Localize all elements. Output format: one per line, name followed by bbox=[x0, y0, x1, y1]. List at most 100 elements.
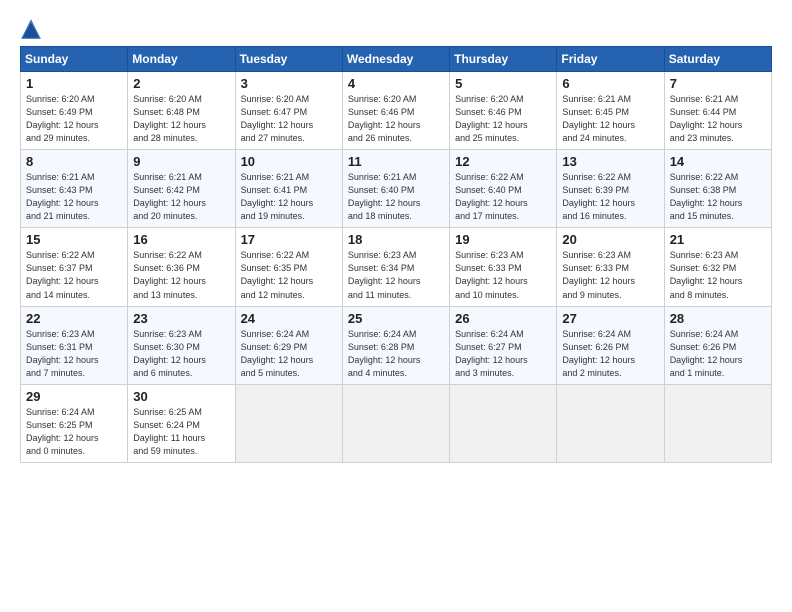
day-number: 12 bbox=[455, 154, 551, 169]
calendar-week-4: 22Sunrise: 6:23 AM Sunset: 6:31 PM Dayli… bbox=[21, 306, 772, 384]
calendar-cell: 20 Sunrise: 6:23 AM Sunset: 6:33 PM Dayli… bbox=[557, 228, 664, 306]
day-details: Sunrise: 6:23 AM Sunset: 6:33 PM Dayligh… bbox=[455, 249, 551, 301]
calendar-cell: 6 Sunrise: 6:21 AM Sunset: 6:45 PM Daylig… bbox=[557, 72, 664, 150]
calendar-cell: 30 Sunrise: 6:25 AM Sunset: 6:24 PM Dayli… bbox=[128, 384, 235, 462]
day-details: Sunrise: 6:24 AM Sunset: 6:26 PM Dayligh… bbox=[670, 328, 766, 380]
day-details: Sunrise: 6:21 AM Sunset: 6:41 PM Dayligh… bbox=[241, 171, 337, 223]
day-details: Sunrise: 6:24 AM Sunset: 6:29 PM Dayligh… bbox=[241, 328, 337, 380]
calendar-cell: 8Sunrise: 6:21 AM Sunset: 6:43 PM Daylig… bbox=[21, 150, 128, 228]
calendar-cell: 17 Sunrise: 6:22 AM Sunset: 6:35 PM Dayli… bbox=[235, 228, 342, 306]
day-details: Sunrise: 6:20 AM Sunset: 6:46 PM Dayligh… bbox=[348, 93, 444, 145]
day-number: 17 bbox=[241, 232, 337, 247]
day-details: Sunrise: 6:21 AM Sunset: 6:43 PM Dayligh… bbox=[26, 171, 122, 223]
day-details: Sunrise: 6:24 AM Sunset: 6:27 PM Dayligh… bbox=[455, 328, 551, 380]
weekday-header-saturday: Saturday bbox=[664, 47, 771, 72]
day-details: Sunrise: 6:20 AM Sunset: 6:46 PM Dayligh… bbox=[455, 93, 551, 145]
day-number: 28 bbox=[670, 311, 766, 326]
day-details: Sunrise: 6:20 AM Sunset: 6:47 PM Dayligh… bbox=[241, 93, 337, 145]
day-details: Sunrise: 6:24 AM Sunset: 6:25 PM Dayligh… bbox=[26, 406, 122, 458]
day-number: 26 bbox=[455, 311, 551, 326]
calendar-cell: 9 Sunrise: 6:21 AM Sunset: 6:42 PM Daylig… bbox=[128, 150, 235, 228]
day-number: 18 bbox=[348, 232, 444, 247]
calendar-week-1: 1 Sunrise: 6:20 AM Sunset: 6:49 PM Daylig… bbox=[21, 72, 772, 150]
day-details: Sunrise: 6:21 AM Sunset: 6:45 PM Dayligh… bbox=[562, 93, 658, 145]
calendar-cell: 28 Sunrise: 6:24 AM Sunset: 6:26 PM Dayli… bbox=[664, 306, 771, 384]
calendar-cell: 7Sunrise: 6:21 AM Sunset: 6:44 PM Daylig… bbox=[664, 72, 771, 150]
calendar-cell: 4 Sunrise: 6:20 AM Sunset: 6:46 PM Daylig… bbox=[342, 72, 449, 150]
day-number: 3 bbox=[241, 76, 337, 91]
calendar-cell: 15Sunrise: 6:22 AM Sunset: 6:37 PM Dayli… bbox=[21, 228, 128, 306]
day-details: Sunrise: 6:23 AM Sunset: 6:32 PM Dayligh… bbox=[670, 249, 766, 301]
day-number: 23 bbox=[133, 311, 229, 326]
day-details: Sunrise: 6:20 AM Sunset: 6:49 PM Dayligh… bbox=[26, 93, 122, 145]
day-details: Sunrise: 6:23 AM Sunset: 6:30 PM Dayligh… bbox=[133, 328, 229, 380]
calendar-header-row: SundayMondayTuesdayWednesdayThursdayFrid… bbox=[21, 47, 772, 72]
calendar-cell: 10 Sunrise: 6:21 AM Sunset: 6:41 PM Dayli… bbox=[235, 150, 342, 228]
calendar-week-5: 29Sunrise: 6:24 AM Sunset: 6:25 PM Dayli… bbox=[21, 384, 772, 462]
day-number: 13 bbox=[562, 154, 658, 169]
day-number: 2 bbox=[133, 76, 229, 91]
day-number: 14 bbox=[670, 154, 766, 169]
day-details: Sunrise: 6:25 AM Sunset: 6:24 PM Dayligh… bbox=[133, 406, 229, 458]
weekday-header-tuesday: Tuesday bbox=[235, 47, 342, 72]
calendar-cell: 18Sunrise: 6:23 AM Sunset: 6:34 PM Dayli… bbox=[342, 228, 449, 306]
day-number: 15 bbox=[26, 232, 122, 247]
calendar-cell: 5 Sunrise: 6:20 AM Sunset: 6:46 PM Daylig… bbox=[450, 72, 557, 150]
weekday-header-thursday: Thursday bbox=[450, 47, 557, 72]
calendar-cell: 12 Sunrise: 6:22 AM Sunset: 6:40 PM Dayli… bbox=[450, 150, 557, 228]
calendar-cell bbox=[557, 384, 664, 462]
day-details: Sunrise: 6:24 AM Sunset: 6:28 PM Dayligh… bbox=[348, 328, 444, 380]
day-number: 11 bbox=[348, 154, 444, 169]
day-number: 21 bbox=[670, 232, 766, 247]
calendar-cell: 14 Sunrise: 6:22 AM Sunset: 6:38 PM Dayli… bbox=[664, 150, 771, 228]
calendar-week-2: 8Sunrise: 6:21 AM Sunset: 6:43 PM Daylig… bbox=[21, 150, 772, 228]
day-details: Sunrise: 6:21 AM Sunset: 6:42 PM Dayligh… bbox=[133, 171, 229, 223]
calendar-cell: 29Sunrise: 6:24 AM Sunset: 6:25 PM Dayli… bbox=[21, 384, 128, 462]
page: SundayMondayTuesdayWednesdayThursdayFrid… bbox=[0, 0, 792, 612]
day-details: Sunrise: 6:22 AM Sunset: 6:38 PM Dayligh… bbox=[670, 171, 766, 223]
day-number: 9 bbox=[133, 154, 229, 169]
day-details: Sunrise: 6:22 AM Sunset: 6:40 PM Dayligh… bbox=[455, 171, 551, 223]
calendar-cell: 25Sunrise: 6:24 AM Sunset: 6:28 PM Dayli… bbox=[342, 306, 449, 384]
day-number: 24 bbox=[241, 311, 337, 326]
day-number: 6 bbox=[562, 76, 658, 91]
calendar-cell bbox=[235, 384, 342, 462]
day-details: Sunrise: 6:23 AM Sunset: 6:31 PM Dayligh… bbox=[26, 328, 122, 380]
day-number: 27 bbox=[562, 311, 658, 326]
calendar-cell: 3 Sunrise: 6:20 AM Sunset: 6:47 PM Daylig… bbox=[235, 72, 342, 150]
day-number: 7 bbox=[670, 76, 766, 91]
calendar-cell bbox=[664, 384, 771, 462]
day-number: 4 bbox=[348, 76, 444, 91]
day-details: Sunrise: 6:20 AM Sunset: 6:48 PM Dayligh… bbox=[133, 93, 229, 145]
calendar-cell: 23 Sunrise: 6:23 AM Sunset: 6:30 PM Dayli… bbox=[128, 306, 235, 384]
logo bbox=[20, 18, 44, 40]
weekday-header-wednesday: Wednesday bbox=[342, 47, 449, 72]
generalblue-icon bbox=[20, 18, 42, 40]
day-details: Sunrise: 6:22 AM Sunset: 6:35 PM Dayligh… bbox=[241, 249, 337, 301]
calendar-cell: 26 Sunrise: 6:24 AM Sunset: 6:27 PM Dayli… bbox=[450, 306, 557, 384]
calendar-cell: 22Sunrise: 6:23 AM Sunset: 6:31 PM Dayli… bbox=[21, 306, 128, 384]
calendar-cell: 24 Sunrise: 6:24 AM Sunset: 6:29 PM Dayli… bbox=[235, 306, 342, 384]
day-details: Sunrise: 6:23 AM Sunset: 6:33 PM Dayligh… bbox=[562, 249, 658, 301]
day-details: Sunrise: 6:24 AM Sunset: 6:26 PM Dayligh… bbox=[562, 328, 658, 380]
day-number: 5 bbox=[455, 76, 551, 91]
calendar-cell bbox=[450, 384, 557, 462]
calendar-cell: 11 Sunrise: 6:21 AM Sunset: 6:40 PM Dayli… bbox=[342, 150, 449, 228]
calendar-cell: 1 Sunrise: 6:20 AM Sunset: 6:49 PM Daylig… bbox=[21, 72, 128, 150]
calendar-cell: 27 Sunrise: 6:24 AM Sunset: 6:26 PM Dayli… bbox=[557, 306, 664, 384]
day-number: 30 bbox=[133, 389, 229, 404]
calendar-cell: 2 Sunrise: 6:20 AM Sunset: 6:48 PM Daylig… bbox=[128, 72, 235, 150]
calendar-cell: 19 Sunrise: 6:23 AM Sunset: 6:33 PM Dayli… bbox=[450, 228, 557, 306]
day-number: 19 bbox=[455, 232, 551, 247]
day-number: 20 bbox=[562, 232, 658, 247]
header bbox=[20, 18, 772, 40]
calendar-cell: 21 Sunrise: 6:23 AM Sunset: 6:32 PM Dayli… bbox=[664, 228, 771, 306]
calendar-table: SundayMondayTuesdayWednesdayThursdayFrid… bbox=[20, 46, 772, 463]
day-number: 1 bbox=[26, 76, 122, 91]
weekday-header-friday: Friday bbox=[557, 47, 664, 72]
day-details: Sunrise: 6:22 AM Sunset: 6:39 PM Dayligh… bbox=[562, 171, 658, 223]
day-number: 10 bbox=[241, 154, 337, 169]
day-number: 16 bbox=[133, 232, 229, 247]
day-details: Sunrise: 6:21 AM Sunset: 6:40 PM Dayligh… bbox=[348, 171, 444, 223]
calendar-week-3: 15Sunrise: 6:22 AM Sunset: 6:37 PM Dayli… bbox=[21, 228, 772, 306]
